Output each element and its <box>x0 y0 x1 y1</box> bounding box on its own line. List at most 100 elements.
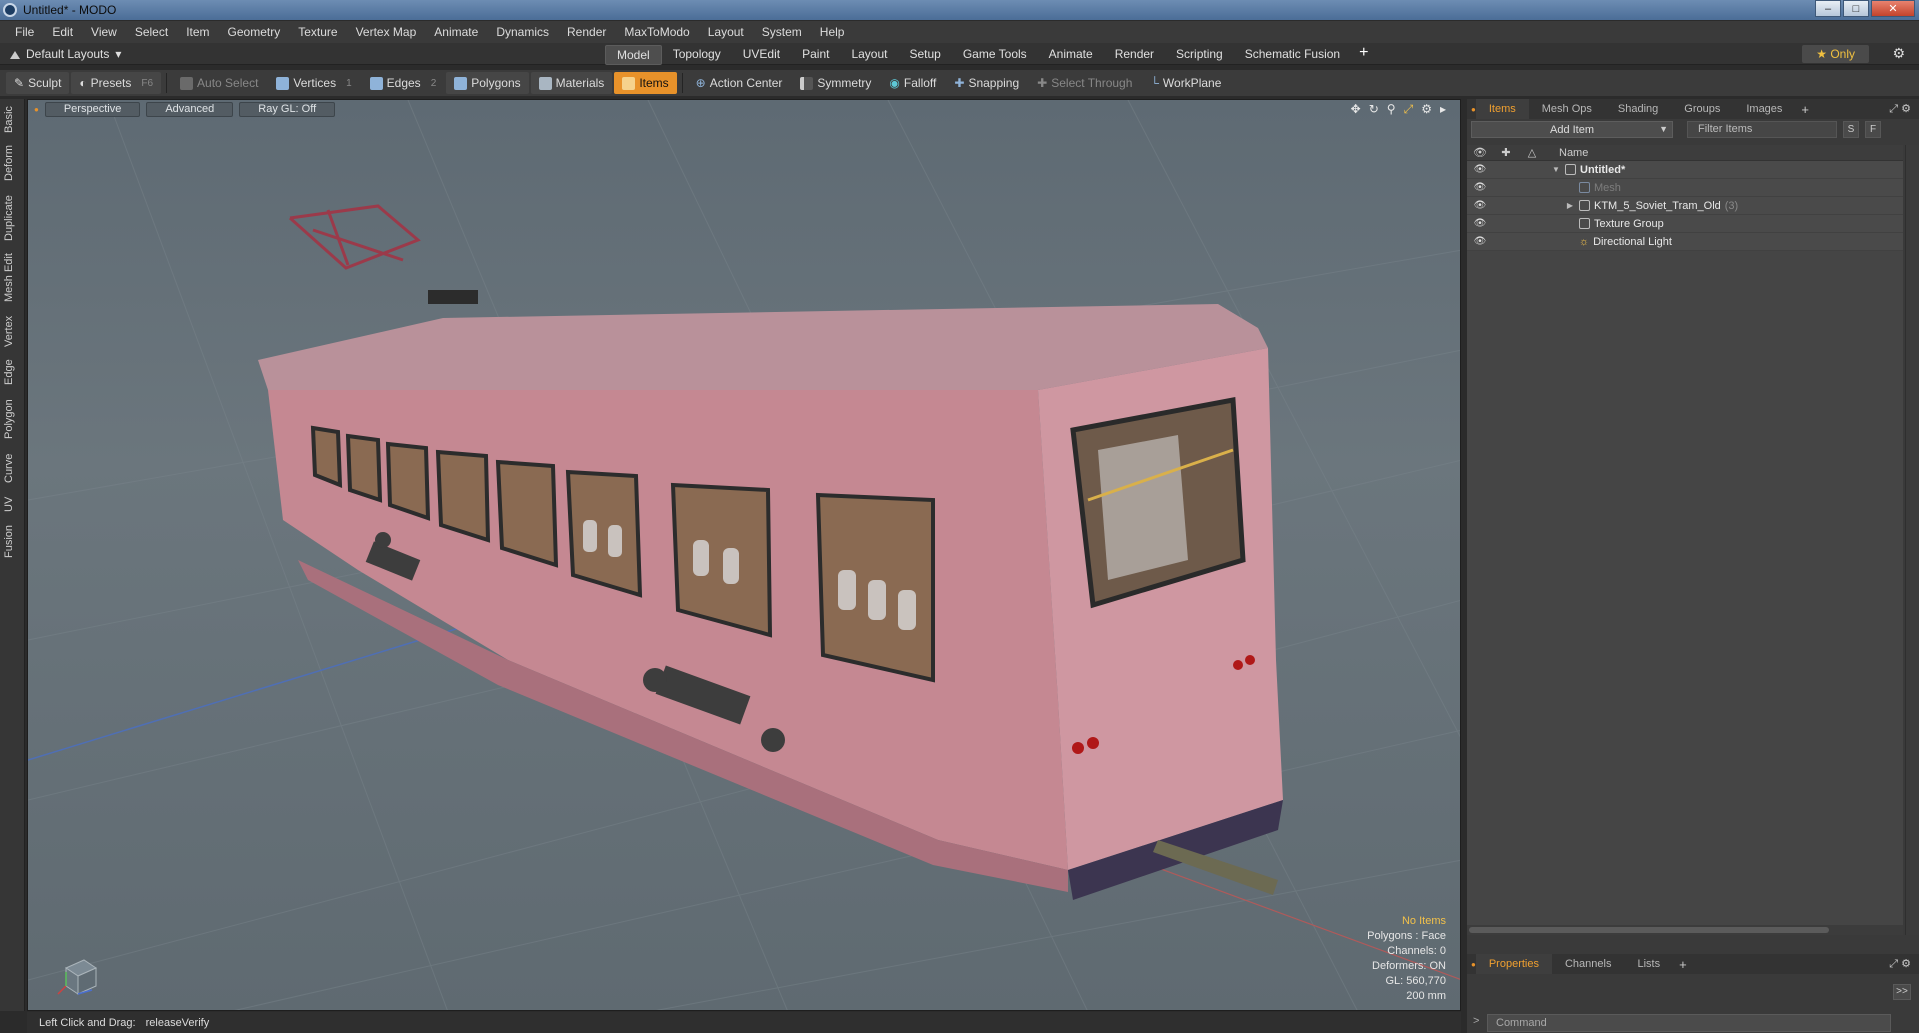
tab-polygon[interactable]: Polygon <box>3 397 22 441</box>
rotate-view-icon[interactable]: ↻ <box>1369 102 1379 117</box>
polygons-button[interactable]: Polygons <box>446 72 529 94</box>
snapping-button[interactable]: ✚ Snapping <box>946 72 1027 94</box>
menu-maxtomodo[interactable]: MaxToModo <box>615 25 698 39</box>
sculpt-button[interactable]: ✎ Sculpt <box>6 72 70 94</box>
tree-row-mesh[interactable]: 👁 Mesh <box>1467 179 1903 197</box>
tram-model[interactable] <box>258 204 1283 900</box>
3d-viewport[interactable]: ● Perspective Advanced Ray GL: Off ✥ ↻ ⚲… <box>27 99 1461 1011</box>
menu-dynamics[interactable]: Dynamics <box>487 25 558 39</box>
layout-tab-topology[interactable]: Topology <box>662 45 732 65</box>
menu-animate[interactable]: Animate <box>425 25 487 39</box>
close-button[interactable]: ✕ <box>1871 0 1915 17</box>
view-type-button[interactable]: Perspective <box>44 101 141 117</box>
workplane-button[interactable]: └ WorkPlane <box>1142 72 1229 94</box>
expand-toggle[interactable]: ▼ <box>1551 165 1561 174</box>
tree-row-directional-light[interactable]: 👁 ☼ Directional Light <box>1467 233 1903 251</box>
add-layout-tab-button[interactable]: + <box>1351 45 1376 65</box>
materials-button[interactable]: Materials <box>530 72 613 94</box>
layout-tab-scripting[interactable]: Scripting <box>1165 45 1234 65</box>
tab-images[interactable]: Images <box>1733 99 1795 119</box>
only-toggle[interactable]: ★ Only <box>1802 45 1869 63</box>
vertices-button[interactable]: Vertices 1 <box>268 72 359 94</box>
add-props-tab-button[interactable]: + <box>1673 957 1693 972</box>
tab-vertex[interactable]: Vertex <box>3 313 22 349</box>
s-toggle[interactable]: S <box>1843 121 1859 138</box>
tab-mesh-edit[interactable]: Mesh Edit <box>3 253 22 303</box>
layout-tab-layout[interactable]: Layout <box>840 45 898 65</box>
panel-expand-icon[interactable]: ⤢ ⚙ <box>1889 102 1919 116</box>
add-item-button[interactable]: Add Item ▼ <box>1471 121 1673 138</box>
props-expand-icon[interactable]: ⤢ ⚙ <box>1889 957 1919 971</box>
tab-curve[interactable]: Curve <box>3 451 22 485</box>
zoom-view-icon[interactable]: ⚲ <box>1387 102 1396 117</box>
f-toggle[interactable]: F <box>1865 121 1881 138</box>
lock-column-icon[interactable]: ✚ <box>1493 146 1519 159</box>
menu-item[interactable]: Item <box>177 25 218 39</box>
viewport-gear-icon[interactable]: ⚙ <box>1421 102 1432 117</box>
select-through-button[interactable]: ✚ Select Through <box>1029 72 1140 94</box>
render-column-icon[interactable]: △ <box>1519 146 1545 159</box>
presets-button[interactable]: ◐ Presets F6 <box>71 72 162 94</box>
advanced-button[interactable]: Advanced <box>146 101 234 117</box>
menu-geometry[interactable]: Geometry <box>219 25 290 39</box>
tab-fusion[interactable]: Fusion <box>3 523 22 559</box>
tab-shading[interactable]: Shading <box>1605 99 1671 119</box>
raygl-button[interactable]: Ray GL: Off <box>239 101 336 117</box>
gear-icon[interactable]: ⚙ <box>1892 45 1905 62</box>
tree-row-texture-group[interactable]: 👁 Texture Group <box>1467 215 1903 233</box>
action-center-button[interactable]: ⊕ Action Center <box>688 72 791 94</box>
menu-file[interactable]: File <box>6 25 43 39</box>
menu-help[interactable]: Help <box>811 25 854 39</box>
tab-deform[interactable]: Deform <box>3 143 22 183</box>
menu-view[interactable]: View <box>82 25 126 39</box>
tab-uv[interactable]: UV <box>3 493 22 515</box>
edges-button[interactable]: Edges 2 <box>362 72 445 94</box>
falloff-button[interactable]: ◉ Falloff <box>881 72 944 94</box>
tab-properties[interactable]: Properties <box>1475 954 1552 974</box>
tab-basic[interactable]: Basic <box>3 105 22 135</box>
maximize-button[interactable]: □ <box>1843 0 1869 17</box>
menu-select[interactable]: Select <box>126 25 177 39</box>
minimize-button[interactable]: – <box>1815 0 1841 17</box>
layout-tab-setup[interactable]: Setup <box>898 45 951 65</box>
move-view-icon[interactable]: ✥ <box>1351 102 1361 117</box>
tab-duplicate[interactable]: Duplicate <box>3 193 22 243</box>
menu-render[interactable]: Render <box>558 25 615 39</box>
eye-icon[interactable]: 👁 <box>1467 218 1493 229</box>
layout-tab-paint[interactable]: Paint <box>791 45 840 65</box>
scrollbar-thumb[interactable] <box>1469 927 1829 933</box>
default-layouts-dropdown[interactable]: Default Layouts ▾ <box>10 47 121 61</box>
viewport-expand-icon[interactable]: ▸ <box>1440 102 1446 117</box>
tab-lists[interactable]: Lists <box>1624 954 1673 974</box>
command-input[interactable]: Command <box>1487 1014 1891 1032</box>
name-column-header[interactable]: Name <box>1545 147 1588 159</box>
eye-icon[interactable]: 👁 <box>1467 200 1493 211</box>
symmetry-button[interactable]: Symmetry <box>792 72 879 94</box>
tab-groups[interactable]: Groups <box>1671 99 1733 119</box>
tab-channels[interactable]: Channels <box>1552 954 1624 974</box>
menu-texture[interactable]: Texture <box>289 25 346 39</box>
menu-edit[interactable]: Edit <box>43 25 82 39</box>
expand-button[interactable]: >> <box>1893 984 1911 1000</box>
menu-layout[interactable]: Layout <box>699 25 753 39</box>
eye-icon[interactable]: 👁 <box>1467 236 1493 247</box>
tree-row-scene[interactable]: 👁 ▼ Untitled* <box>1467 161 1903 179</box>
collapse-icon[interactable] <box>10 49 20 59</box>
expand-toggle[interactable]: ▶ <box>1565 201 1575 210</box>
layout-tab-model[interactable]: Model <box>605 45 662 65</box>
eye-icon[interactable]: 👁 <box>1467 164 1493 175</box>
fit-view-icon[interactable]: ⤢ <box>1404 102 1414 117</box>
add-panel-tab-button[interactable]: + <box>1795 102 1815 117</box>
filter-items-input[interactable]: Filter Items <box>1687 121 1837 138</box>
vertical-scrollbar[interactable] <box>1905 145 1919 935</box>
layout-tab-uvedit[interactable]: UVEdit <box>732 45 791 65</box>
layout-tab-game-tools[interactable]: Game Tools <box>952 45 1038 65</box>
auto-select-button[interactable]: Auto Select <box>172 72 266 94</box>
layout-tab-render[interactable]: Render <box>1104 45 1165 65</box>
menu-vertex-map[interactable]: Vertex Map <box>347 25 426 39</box>
menu-system[interactable]: System <box>753 25 811 39</box>
eye-icon[interactable]: 👁 <box>1467 182 1493 193</box>
tab-items[interactable]: Items <box>1475 99 1529 119</box>
visibility-column-icon[interactable]: 👁 <box>1467 146 1493 159</box>
tree-row-tram-group[interactable]: 👁 ▶ KTM_5_Soviet_Tram_Old (3) <box>1467 197 1903 215</box>
